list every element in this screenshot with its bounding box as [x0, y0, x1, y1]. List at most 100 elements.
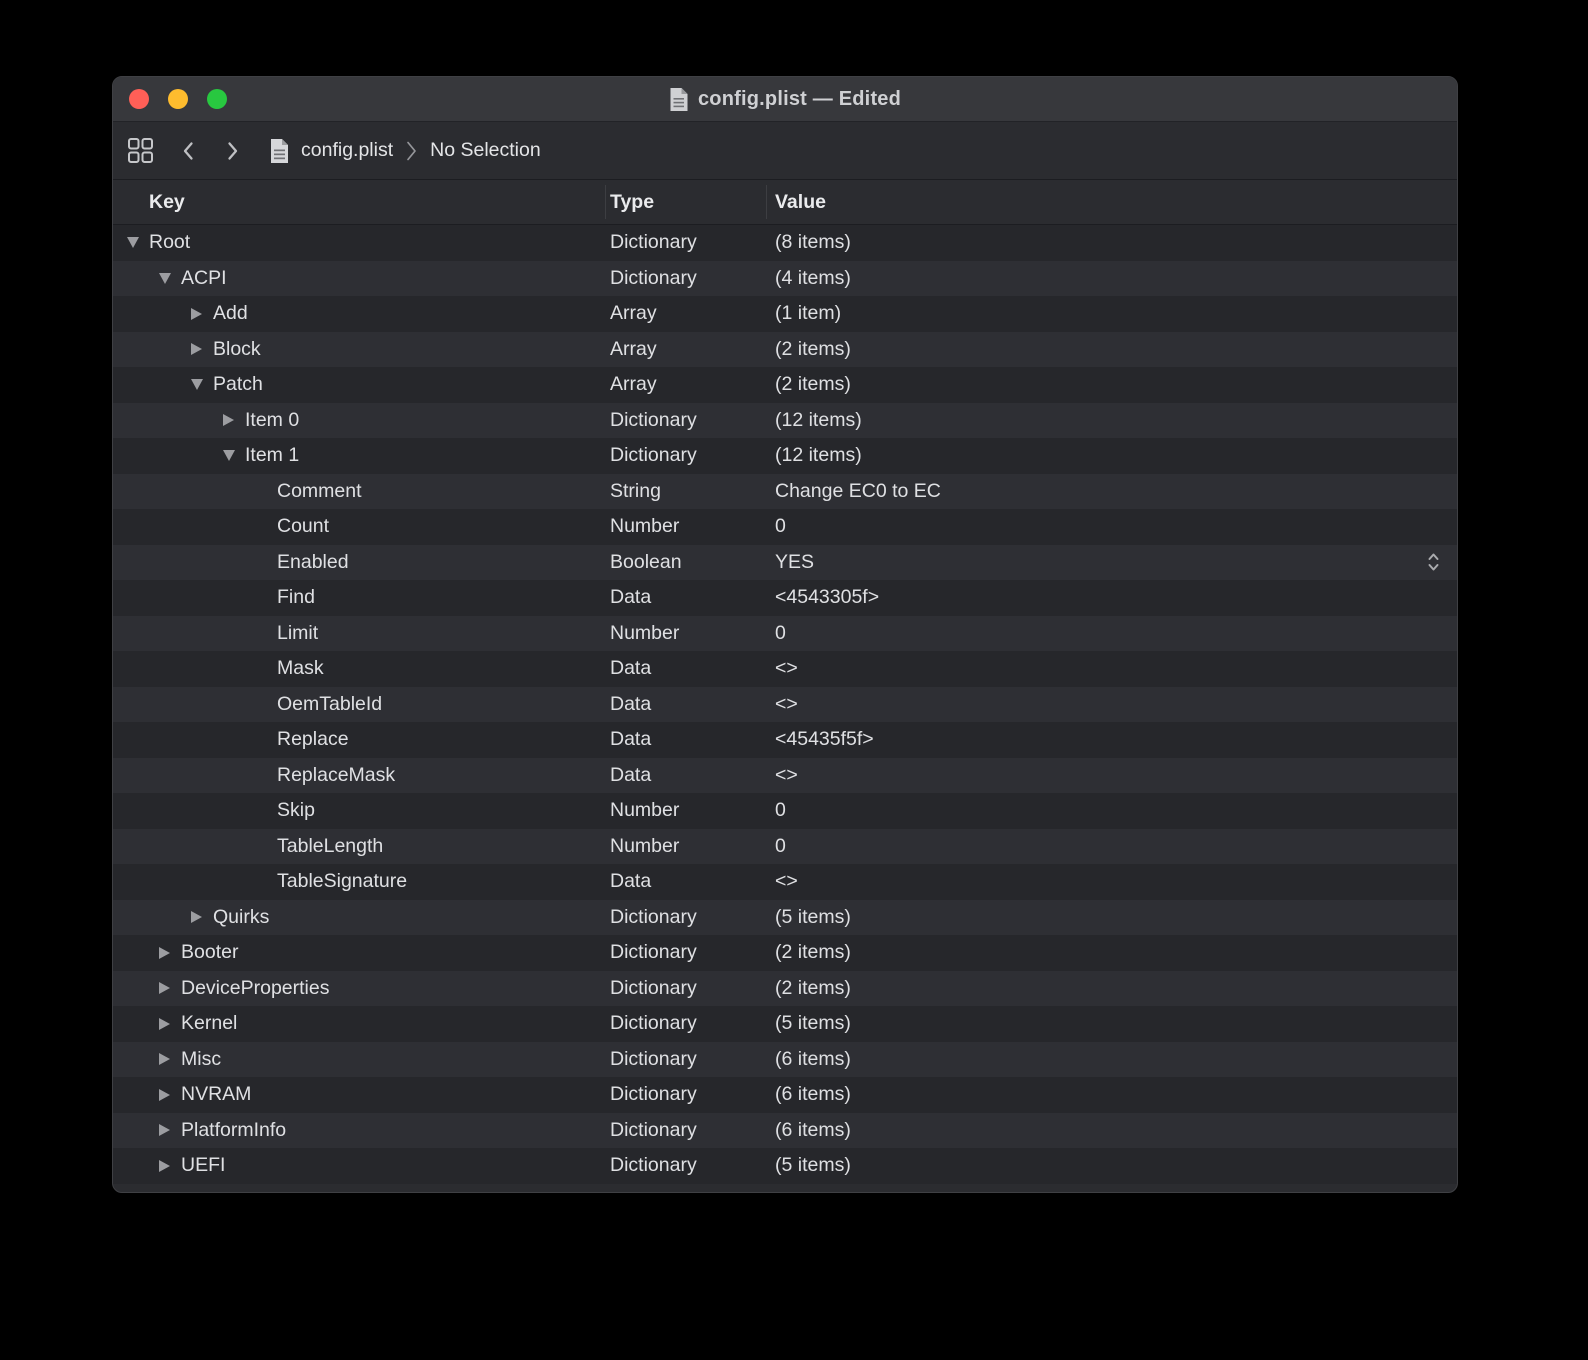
row-type-cell[interactable]: Data [605, 764, 766, 787]
disclosure-triangle[interactable] [127, 237, 149, 248]
breadcrumb-item-document[interactable]: config.plist [301, 139, 393, 162]
row-value-cell[interactable]: <4543305f> [766, 586, 1457, 609]
row-key-cell[interactable]: Count [113, 515, 605, 538]
minimize-button[interactable] [168, 89, 188, 109]
disclosure-triangle[interactable] [159, 1160, 181, 1172]
titlebar[interactable]: config.plist — Edited [113, 77, 1457, 122]
row-type-cell[interactable]: Array [605, 302, 766, 325]
row-value-cell[interactable]: 0 [766, 835, 1457, 858]
disclosure-triangle[interactable] [191, 343, 213, 355]
row-key-cell[interactable]: Limit [113, 622, 605, 645]
row-type-cell[interactable]: Array [605, 373, 766, 396]
row-key-cell[interactable]: Enabled [113, 551, 605, 574]
row-type-cell[interactable]: Boolean [605, 551, 766, 574]
row-value-cell[interactable]: (5 items) [766, 1154, 1457, 1177]
row-key-cell[interactable]: Comment [113, 480, 605, 503]
row-type-cell[interactable]: Dictionary [605, 941, 766, 964]
table-row[interactable]: FindData<4543305f> [113, 580, 1457, 616]
row-key-cell[interactable]: UEFI [113, 1154, 605, 1177]
row-type-cell[interactable]: String [605, 480, 766, 503]
row-key-cell[interactable]: DeviceProperties [113, 977, 605, 1000]
row-key-cell[interactable]: Misc [113, 1048, 605, 1071]
related-items-button[interactable] [127, 137, 154, 164]
row-type-cell[interactable]: Data [605, 728, 766, 751]
table-row[interactable]: DevicePropertiesDictionary(2 items) [113, 971, 1457, 1007]
table-row[interactable]: Item 1Dictionary(12 items) [113, 438, 1457, 474]
back-button[interactable] [181, 140, 195, 162]
table-row[interactable]: TableSignatureData<> [113, 864, 1457, 900]
table-row[interactable]: RootDictionary(8 items) [113, 225, 1457, 261]
table-row[interactable]: BlockArray(2 items) [113, 332, 1457, 368]
row-key-cell[interactable]: ACPI [113, 267, 605, 290]
row-type-cell[interactable]: Number [605, 622, 766, 645]
row-value-cell[interactable]: (1 item) [766, 302, 1457, 325]
row-key-cell[interactable]: Skip [113, 799, 605, 822]
row-type-cell[interactable]: Number [605, 799, 766, 822]
row-key-cell[interactable]: Find [113, 586, 605, 609]
row-value-cell[interactable]: (2 items) [766, 977, 1457, 1000]
table-row[interactable]: LimitNumber0 [113, 616, 1457, 652]
table-row[interactable]: BooterDictionary(2 items) [113, 935, 1457, 971]
table-row[interactable]: AddArray(1 item) [113, 296, 1457, 332]
row-key-cell[interactable]: Root [113, 231, 605, 254]
table-row[interactable]: KernelDictionary(5 items) [113, 1006, 1457, 1042]
row-type-cell[interactable]: Dictionary [605, 1012, 766, 1035]
row-key-cell[interactable]: TableLength [113, 835, 605, 858]
row-type-cell[interactable]: Number [605, 835, 766, 858]
row-key-cell[interactable]: Replace [113, 728, 605, 751]
row-value-cell[interactable]: (2 items) [766, 338, 1457, 361]
disclosure-triangle[interactable] [159, 273, 181, 284]
table-row[interactable]: MiscDictionary(6 items) [113, 1042, 1457, 1078]
row-key-cell[interactable]: Item 1 [113, 444, 605, 467]
row-key-cell[interactable]: Quirks [113, 906, 605, 929]
row-value-cell[interactable]: (2 items) [766, 373, 1457, 396]
row-type-cell[interactable]: Data [605, 657, 766, 680]
row-value-cell[interactable]: (2 items) [766, 941, 1457, 964]
row-type-cell[interactable]: Data [605, 586, 766, 609]
row-value-cell[interactable]: (12 items) [766, 409, 1457, 432]
row-key-cell[interactable]: Mask [113, 657, 605, 680]
table-row[interactable]: MaskData<> [113, 651, 1457, 687]
table-row[interactable]: CountNumber0 [113, 509, 1457, 545]
column-header-key[interactable]: Key [113, 191, 605, 214]
row-key-cell[interactable]: Block [113, 338, 605, 361]
row-key-cell[interactable]: PlatformInfo [113, 1119, 605, 1142]
table-row[interactable]: CommentStringChange EC0 to EC [113, 474, 1457, 510]
row-key-cell[interactable]: Kernel [113, 1012, 605, 1035]
table-row[interactable]: ACPIDictionary(4 items) [113, 261, 1457, 297]
disclosure-triangle[interactable] [191, 308, 213, 320]
disclosure-triangle[interactable] [223, 414, 245, 426]
column-resize-handle[interactable] [766, 185, 767, 219]
table-row[interactable]: PlatformInfoDictionary(6 items) [113, 1113, 1457, 1149]
row-key-cell[interactable]: ReplaceMask [113, 764, 605, 787]
row-value-cell[interactable]: 0 [766, 622, 1457, 645]
row-value-cell[interactable]: <> [766, 657, 1457, 680]
row-type-cell[interactable]: Data [605, 870, 766, 893]
table-row[interactable]: EnabledBooleanYES [113, 545, 1457, 581]
table-row[interactable]: ReplaceData<45435f5f> [113, 722, 1457, 758]
row-key-cell[interactable]: NVRAM [113, 1083, 605, 1106]
disclosure-triangle[interactable] [159, 947, 181, 959]
row-key-cell[interactable]: TableSignature [113, 870, 605, 893]
row-type-cell[interactable]: Dictionary [605, 1119, 766, 1142]
row-value-cell[interactable]: (6 items) [766, 1048, 1457, 1071]
row-value-cell[interactable]: (12 items) [766, 444, 1457, 467]
zoom-button[interactable] [207, 89, 227, 109]
table-row[interactable]: OemTableIdData<> [113, 687, 1457, 723]
row-value-cell[interactable]: YES [766, 551, 1457, 574]
row-key-cell[interactable]: Add [113, 302, 605, 325]
row-value-cell[interactable]: <> [766, 764, 1457, 787]
breadcrumb-item-selection[interactable]: No Selection [430, 139, 541, 162]
forward-button[interactable] [226, 140, 240, 162]
row-value-cell[interactable]: (5 items) [766, 906, 1457, 929]
row-type-cell[interactable]: Data [605, 693, 766, 716]
disclosure-triangle[interactable] [159, 982, 181, 994]
column-header-type[interactable]: Type [605, 191, 766, 214]
table-row[interactable]: ReplaceMaskData<> [113, 758, 1457, 794]
disclosure-triangle[interactable] [159, 1018, 181, 1030]
row-value-cell[interactable]: Change EC0 to EC [766, 480, 1457, 503]
row-key-cell[interactable]: Item 0 [113, 409, 605, 432]
disclosure-triangle[interactable] [159, 1053, 181, 1065]
row-value-cell[interactable]: <> [766, 870, 1457, 893]
disclosure-triangle[interactable] [191, 379, 213, 390]
